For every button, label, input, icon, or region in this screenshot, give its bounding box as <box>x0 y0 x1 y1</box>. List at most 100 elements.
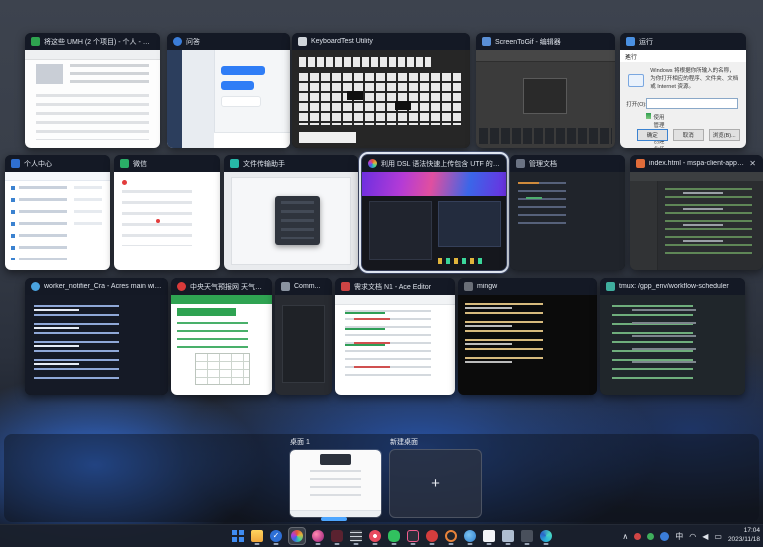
window-title: worker_notifier_Cra - Acres main windows <box>44 283 162 290</box>
personal-center-icon <box>11 159 20 168</box>
window-thumbnail-ace-editor[interactable]: 需求文档 N1 - Ace Editor <box>335 278 455 395</box>
utility-app-button[interactable] <box>520 528 534 544</box>
file-explorer-button[interactable] <box>250 528 264 544</box>
new-desktop-button[interactable]: + <box>389 449 482 518</box>
tray-blue-app-icon[interactable] <box>660 531 670 541</box>
thumbnail-preview <box>335 295 455 395</box>
flower-app-button[interactable] <box>368 528 382 544</box>
taskbar-center-icons: ✓ <box>231 525 553 547</box>
window-title: Comm... <box>294 283 321 290</box>
window-thumbnail-screentogif[interactable]: ScreenToGif - 编辑器 <box>476 33 615 148</box>
battery-icon[interactable]: ▭ <box>714 532 722 541</box>
window-app-button[interactable] <box>501 528 515 544</box>
reader-app-button[interactable] <box>330 528 344 544</box>
window-thumbnail-indexhtml[interactable]: index.html - mspa-client-app (Administ..… <box>630 155 763 270</box>
close-icon[interactable]: ✕ <box>748 159 757 168</box>
wechat-button[interactable] <box>387 528 401 544</box>
window-thumbnail-comm[interactable]: Comm... <box>275 278 332 395</box>
globe-icon <box>464 530 476 542</box>
todo-app-button[interactable]: ✓ <box>269 528 283 544</box>
notes-app-button[interactable] <box>482 528 496 544</box>
window-thumbnail-qa[interactable]: 问答 <box>167 33 290 148</box>
tray-red-app-icon[interactable] <box>634 532 642 540</box>
desktop1-label: 桌面 1 <box>290 439 310 446</box>
pinwheel-app-button[interactable] <box>311 528 325 544</box>
music-icon <box>426 530 438 542</box>
window-title: tmux: /gpp_env/workflow-scheduler <box>619 283 729 290</box>
thumbnail-preview <box>630 172 763 270</box>
window-thumbnail-manage-doc[interactable]: 管理文档 <box>510 155 625 270</box>
terminal-app-icon <box>31 282 40 291</box>
run-admin-note: 使用管理权限创建此任务。 <box>646 112 664 148</box>
window-thumbnail-file-assistant[interactable]: 文件传输助手 <box>224 155 358 270</box>
desktop1-tile[interactable] <box>289 449 382 518</box>
run-input <box>646 98 739 110</box>
video-app-icon <box>407 530 419 542</box>
start-button[interactable] <box>231 528 245 544</box>
thumbnail-preview <box>25 295 168 395</box>
window-thumbnail-weather[interactable]: 中央天气预报网 天气云图 <box>171 278 272 395</box>
window-label: ScreenToGif - 编辑器 <box>476 33 615 50</box>
window-thumbnail-run[interactable]: 运行 运行 ✕ Windows 将根据你所输入的名称，为你打开相应的程序、文件夹、… <box>620 33 746 148</box>
ring-browser-icon <box>445 530 457 542</box>
browser-ring-button[interactable] <box>444 528 458 544</box>
window-title: index.html - mspa-client-app (Administ..… <box>649 160 744 167</box>
wifi-icon[interactable]: ◠ <box>689 532 696 541</box>
chat-app-icon <box>173 37 182 46</box>
window-thumbnail-mingw[interactable]: mingw <box>458 278 597 395</box>
window-thumbnail-personal-center[interactable]: 个人中心 <box>5 155 110 270</box>
wechat-icon <box>388 530 400 542</box>
console-icon <box>281 282 290 291</box>
globe-browser-button[interactable] <box>463 528 477 544</box>
thumbnail-preview <box>25 50 160 148</box>
run-cancel-button: 取消 <box>672 129 704 142</box>
thumbnail-preview <box>171 295 272 395</box>
ime-indicator[interactable]: 中 <box>675 531 683 542</box>
window-thumbnail-wechat[interactable]: 微信 <box>114 155 220 270</box>
windows-logo-icon <box>232 530 244 542</box>
edge-button[interactable] <box>539 528 553 544</box>
tray-green-app-icon[interactable] <box>647 532 655 540</box>
run-browse-button: 浏览(B)... <box>708 129 740 142</box>
thumbnail-preview <box>510 172 625 270</box>
window-label: mingw <box>458 278 597 295</box>
window-title: 文件传输助手 <box>243 160 285 168</box>
run-ok-button: 确定 <box>636 129 668 142</box>
edge-icon <box>540 530 552 542</box>
task-view-background[interactable]: 将这些 UMH (2 个项目) - 个人 - Microsoft Edge 问答… <box>0 0 763 547</box>
window-title: 将这些 UMH (2 个项目) - 个人 - Microsoft Edge <box>44 38 154 46</box>
window-thumbnail-tmux[interactable]: tmux: /gpp_env/workflow-scheduler <box>600 278 745 395</box>
volume-icon[interactable]: ◀ <box>702 532 708 541</box>
window-title: 中央天气预报网 天气云图 <box>190 283 266 291</box>
task-view-button[interactable] <box>288 527 306 545</box>
run-dialog-icon <box>626 37 635 46</box>
window-title: 管理文档 <box>529 160 557 168</box>
window-thumbnail-dsl-doc-selected[interactable]: 利用 DSL 语法快速上传包含 UTF 的文档 #8 - 知乎 <box>359 152 509 273</box>
thumbnail-preview <box>114 172 220 270</box>
tray-chevron-icon[interactable]: ∧ <box>622 532 628 541</box>
window-thumbnail-edge[interactable]: 将这些 UMH (2 个项目) - 个人 - Microsoft Edge <box>25 33 160 148</box>
clock-time: 17:04 <box>743 527 760 535</box>
window-thumbnail-keyboardtest[interactable]: KeyboardTest Utility <box>292 33 470 148</box>
reader-icon <box>331 530 343 542</box>
thumbnail-preview <box>292 50 470 148</box>
window-icon <box>502 530 514 542</box>
taskbar-clock[interactable]: 17:04 2023/11/18 <box>728 527 760 545</box>
plus-icon: + <box>431 475 440 492</box>
window-label: 中央天气预报网 天气云图 <box>171 278 272 295</box>
window-title: 问答 <box>186 38 200 46</box>
video-app-button[interactable] <box>406 528 420 544</box>
window-label: 利用 DSL 语法快速上传包含 UTF 的文档 #8 - 知乎 <box>362 155 506 172</box>
check-icon: ✓ <box>270 530 282 542</box>
window-label: 个人中心 <box>5 155 110 172</box>
terminal-icon <box>464 282 473 291</box>
window-label: 将这些 UMH (2 个项目) - 个人 - Microsoft Edge <box>25 33 160 50</box>
window-label: 文件传输助手 <box>224 155 358 172</box>
thumbnail-preview <box>600 295 745 395</box>
window-thumbnail-notifier[interactable]: worker_notifier_Cra - Acres main windows <box>25 278 168 395</box>
browser-colorful-icon <box>368 159 377 168</box>
music-app-button[interactable] <box>425 528 439 544</box>
file-manager-button[interactable] <box>349 528 363 544</box>
window-title: mingw <box>477 283 498 290</box>
code-editor-icon <box>636 159 645 168</box>
